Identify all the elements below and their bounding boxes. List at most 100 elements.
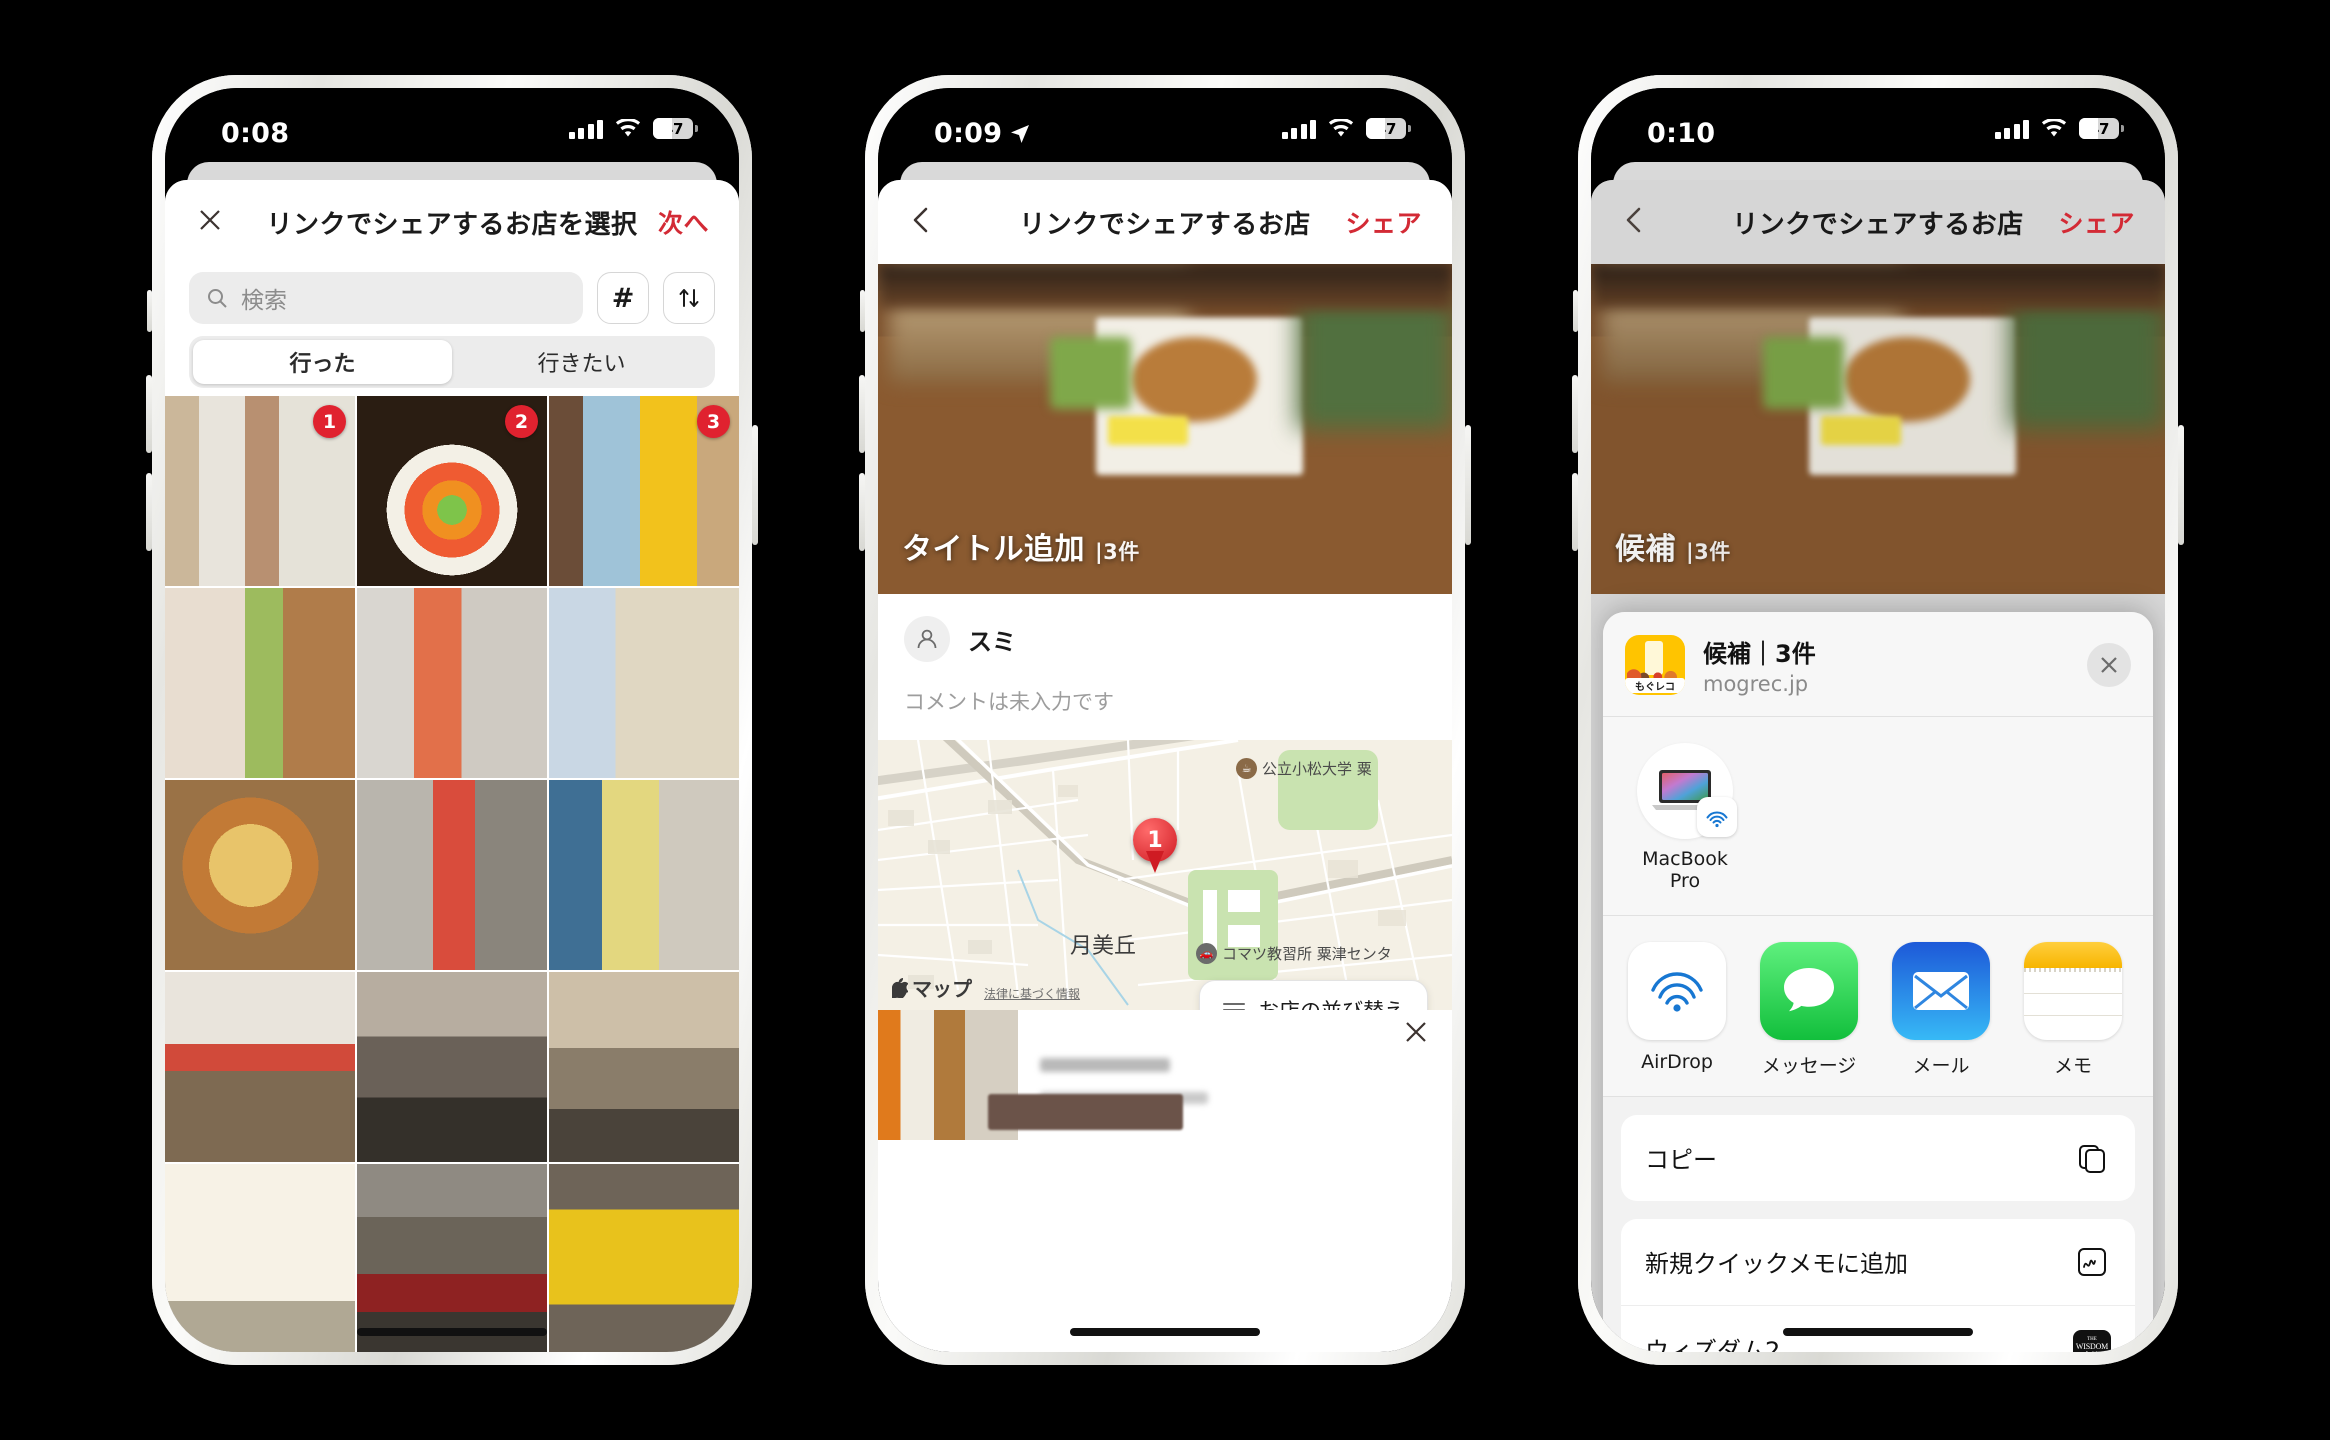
legal-link[interactable]: 法律に基づく情報 [984,985,1080,1002]
segment-want-to-go[interactable]: 行きたい [452,340,711,384]
mute-switch[interactable] [147,290,152,332]
volume-down-button[interactable] [146,473,152,551]
hashtag-filter-button[interactable]: # [597,272,649,324]
next-button[interactable]: 次へ [658,204,709,240]
hero-salad [1050,336,1131,410]
phone-3-frame: 0:10 47 リンクでシェアするお店 シェア 候補 |3件 もぐレコ 候補｜3… [1572,75,2184,1365]
grid-item[interactable] [549,780,739,970]
grid-item[interactable]: 1 [165,396,355,586]
volume-up-button[interactable] [859,375,865,453]
grid-photo [357,588,547,778]
hero-count: |3件 [1095,540,1140,564]
share-button[interactable]: シェア [1345,204,1422,240]
volume-up-button[interactable] [146,375,152,453]
wifi-icon [615,118,641,139]
grid-item[interactable] [549,972,739,1162]
grid-photo [357,1164,547,1352]
close-icon[interactable] [2087,643,2131,687]
map-poi-label: 🚗 コマツ教習所 粟津センタ [1196,943,1392,964]
wifi-icon [2041,118,2067,139]
share-app-name: AirDrop [1641,1050,1713,1073]
grid-photo [549,780,739,970]
volume-down-button[interactable] [859,473,865,551]
chevron-left-icon[interactable] [1621,205,1681,239]
grid-item[interactable] [165,1164,355,1352]
avatar [904,616,950,662]
map-label-text: 月美丘 [1070,934,1137,959]
mute-switch[interactable] [1573,290,1578,332]
battery-icon-1: 47 [653,118,698,139]
mute-switch[interactable] [860,290,865,332]
action-copy[interactable]: コピー [1621,1115,2135,1201]
wisdom-dictionary-icon: THE WISDOM English Japanese [2073,1329,2111,1352]
volume-up-button[interactable] [1572,375,1578,453]
search-placeholder: 検索 [241,288,287,314]
share-sheet-header: もぐレコ 候補｜3件 mogrec.jp [1603,612,2153,717]
home-indicator-2[interactable] [1070,1328,1260,1336]
action-new-quick-note[interactable]: 新規クイックメモに追加 [1621,1219,2135,1306]
hero-title-group: タイトル追加 |3件 [902,524,1140,568]
grid-item[interactable]: 2 [357,396,547,586]
nav-bar-1: リンクでシェアするお店を選択 次へ [165,180,739,264]
shop-list-section: お店の並び替え [878,980,1452,1140]
grid-item[interactable] [165,588,355,778]
airdrop-target[interactable]: MacBook Pro [1625,743,1745,893]
grid-photo [357,972,547,1162]
share-target-domain: mogrec.jp [1703,672,1809,696]
grid-item[interactable] [357,972,547,1162]
grid-item[interactable] [357,588,547,778]
grid-photo [165,588,355,778]
share-app-notes[interactable]: メモ [2021,941,2125,1078]
grid-item[interactable] [165,972,355,1162]
power-button[interactable] [752,425,758,545]
shop-card[interactable] [878,1010,1452,1140]
grid-item[interactable] [357,780,547,970]
share-app-airdrop[interactable]: AirDrop [1625,941,1729,1078]
close-icon[interactable] [195,205,255,239]
mail-icon [1892,941,1990,1040]
segment-visited[interactable]: 行った [193,340,452,384]
map-view[interactable]: 1 ☕ 公立小松大学 粟 月美丘 🚗 コマツ教習所 粟津センタ マップ 法律に基… [878,740,1452,1010]
person-icon [917,629,937,649]
sort-arrows-icon [679,289,699,307]
map-label-text: 公立小松大学 粟 [1262,760,1372,778]
share-sheet-titles: 候補｜3件 mogrec.jp [1703,634,1816,696]
grid-item[interactable] [165,780,355,970]
grid-item[interactable] [549,588,739,778]
share-button[interactable]: シェア [2058,204,2135,240]
status-clock-2: 0:09 [934,118,1031,149]
messages-icon [1760,941,1858,1040]
home-indicator-1[interactable] [357,1328,547,1336]
clock-text: 0:08 [221,118,290,149]
segmented-control[interactable]: 行った 行きたい [189,336,715,388]
grid-item[interactable] [357,1164,547,1352]
share-actions-list: コピー 新規クイックメモに追加 ウィズダム2 THE WISDOM [1621,1114,2135,1352]
search-icon [208,289,227,308]
home-indicator-3[interactable] [1783,1328,1973,1336]
grid-item[interactable]: 3 [549,396,739,586]
share-app-mail[interactable]: メール [1889,941,1993,1078]
search-input[interactable]: 検索 [189,272,583,324]
clock-text: 0:09 [934,118,1003,149]
photo-grid: 1 2 3 [165,396,739,1352]
chevron-left-icon[interactable] [908,205,968,239]
share-target-title: 候補｜3件 [1703,640,1816,668]
status-clock-1: 0:08 [221,118,289,149]
share-apps-row: AirDrop メッセージ メール メモ [1603,915,2153,1097]
selection-badge: 2 [505,405,538,438]
share-app-messages[interactable]: メッセージ [1757,941,1861,1078]
apple-logo-icon [892,977,908,998]
map-pin[interactable]: 1 [1133,818,1177,874]
power-button[interactable] [1465,425,1471,545]
grid-item[interactable] [549,1164,739,1352]
status-icons-3: 47 [1994,118,2124,139]
sort-button[interactable] [663,272,715,324]
power-button[interactable] [2178,425,2184,545]
remove-shop-icon[interactable] [1402,1018,1430,1054]
comment-placeholder[interactable]: コメントは未入力です [878,676,1452,740]
volume-down-button[interactable] [1572,473,1578,551]
nav-bar-2: リンクでシェアするお店 シェア [878,180,1452,264]
airdrop-targets-row: MacBook Pro [1603,717,2153,916]
share-sheet: もぐレコ 候補｜3件 mogrec.jp MacBook Pro AirDrop… [1603,612,2153,1352]
cellular-signal-icon [1994,119,2029,139]
